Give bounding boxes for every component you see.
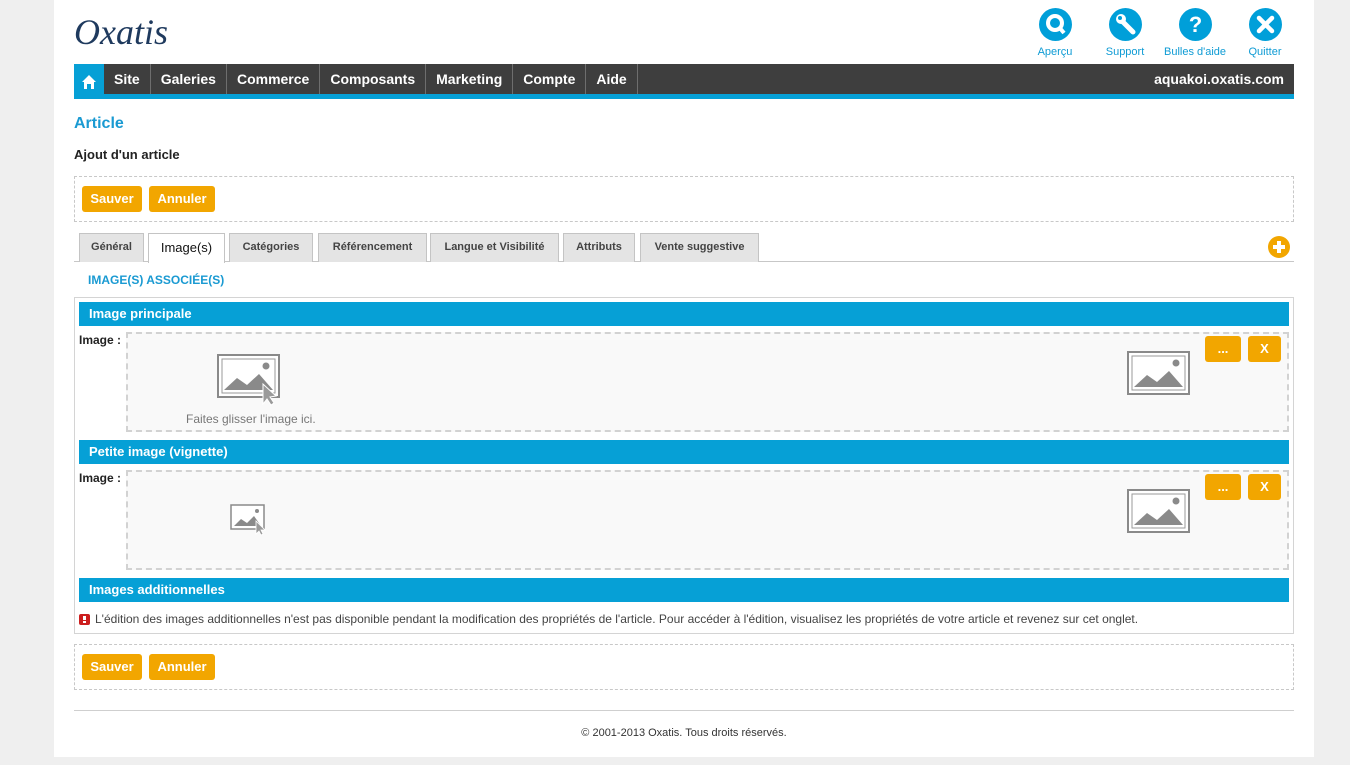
main-image-header: Image principale	[79, 302, 1289, 326]
help-button[interactable]: ? Bulles d'aide	[1162, 8, 1228, 58]
oxatis-logo[interactable]: Oxatis	[74, 14, 206, 50]
images-panel: Image principale Image : Faites glisser …	[74, 297, 1294, 634]
logo-text: Oxatis	[74, 14, 168, 50]
nav-item-aide[interactable]: Aide	[586, 64, 638, 94]
footer-copyright: © 2001-2013 Oxatis. Tous droits réservés…	[581, 727, 787, 739]
main-image-browse-button[interactable]: ...	[1205, 336, 1241, 362]
main-image-dropzone[interactable]: Faites glisser l'image ici. ... X	[126, 332, 1289, 432]
save-button[interactable]: Sauver	[82, 186, 142, 212]
site-domain[interactable]: aquakoi.oxatis.com	[1154, 64, 1294, 94]
top-toolbar: Aperçu Support ? Bulles d'aide Quitter	[1018, 8, 1298, 58]
page: Oxatis Aperçu Support ? Bulles d'aide Qu	[54, 0, 1314, 757]
tab-attributs[interactable]: Attributs	[563, 233, 635, 262]
thumb-image-browse-button[interactable]: ...	[1205, 474, 1241, 500]
bottom-action-bar: Sauver Annuler	[74, 644, 1294, 690]
tab-images[interactable]: Image(s)	[148, 233, 225, 263]
tab-general[interactable]: Général	[79, 233, 144, 262]
footer-divider	[74, 710, 1294, 711]
tab-langue-visibilite[interactable]: Langue et Visibilité	[430, 233, 559, 262]
preview-icon	[1038, 8, 1072, 41]
page-title: Article	[74, 115, 124, 132]
main-nav: Site Galeries Commerce Composants Market…	[74, 64, 1294, 99]
top-action-bar: Sauver Annuler	[74, 176, 1294, 222]
drop-hint: Faites glisser l'image ici.	[186, 412, 316, 426]
nav-item-galeries[interactable]: Galeries	[151, 64, 227, 94]
support-label: Support	[1105, 46, 1145, 58]
thumb-image-header: Petite image (vignette)	[79, 440, 1289, 464]
thumb-image-preview-icon	[1127, 489, 1190, 533]
save-button-bottom[interactable]: Sauver	[82, 654, 142, 680]
nav-item-composants[interactable]: Composants	[320, 64, 427, 94]
notice-text: L'édition des images additionnelles n'es…	[95, 612, 1139, 626]
thumb-image-label: Image :	[79, 471, 122, 485]
additional-images-notice: L'édition des images additionnelles n'es…	[79, 612, 1138, 626]
warning-icon	[79, 613, 90, 625]
thumb-image-dropzone[interactable]: ... X	[126, 470, 1289, 570]
quit-label: Quitter	[1248, 46, 1282, 58]
cancel-button-bottom[interactable]: Annuler	[149, 654, 215, 680]
cancel-button[interactable]: Annuler	[149, 186, 215, 212]
tab-referencement[interactable]: Référencement	[318, 233, 427, 262]
tab-bar: Général Image(s) Catégories Référencemen…	[74, 232, 1294, 263]
svg-text:?: ?	[1188, 12, 1201, 37]
quit-button[interactable]: Quitter	[1232, 8, 1298, 58]
help-label: Bulles d'aide	[1163, 46, 1227, 58]
nav-item-site[interactable]: Site	[104, 64, 151, 94]
nav-item-compte[interactable]: Compte	[513, 64, 587, 94]
nav-item-marketing[interactable]: Marketing	[426, 64, 514, 94]
preview-button[interactable]: Aperçu	[1022, 8, 1088, 58]
help-icon: ?	[1178, 8, 1212, 41]
nav-underline	[74, 94, 1294, 99]
add-tab-plus-icon[interactable]	[1268, 236, 1290, 258]
main-image-label: Image :	[79, 333, 122, 347]
page-subtitle: Ajout d'un article	[74, 147, 180, 162]
close-icon	[1248, 8, 1282, 41]
additional-images-header: Images additionnelles	[79, 578, 1289, 602]
preview-label: Aperçu	[1037, 46, 1073, 58]
nav-item-commerce[interactable]: Commerce	[227, 64, 321, 94]
thumb-drop-image-icon	[230, 504, 266, 536]
tab-categories[interactable]: Catégories	[229, 233, 313, 262]
main-image-preview-icon	[1127, 351, 1190, 395]
thumb-image-remove-button[interactable]: X	[1248, 474, 1281, 500]
home-icon	[82, 74, 96, 89]
main-image-remove-button[interactable]: X	[1248, 336, 1281, 362]
support-button[interactable]: Support	[1092, 8, 1158, 58]
drop-image-icon	[217, 354, 280, 406]
section-title: IMAGE(S) ASSOCIÉE(S)	[88, 273, 225, 287]
tab-vente-suggestive[interactable]: Vente suggestive	[640, 233, 759, 262]
wrench-icon	[1108, 8, 1142, 41]
